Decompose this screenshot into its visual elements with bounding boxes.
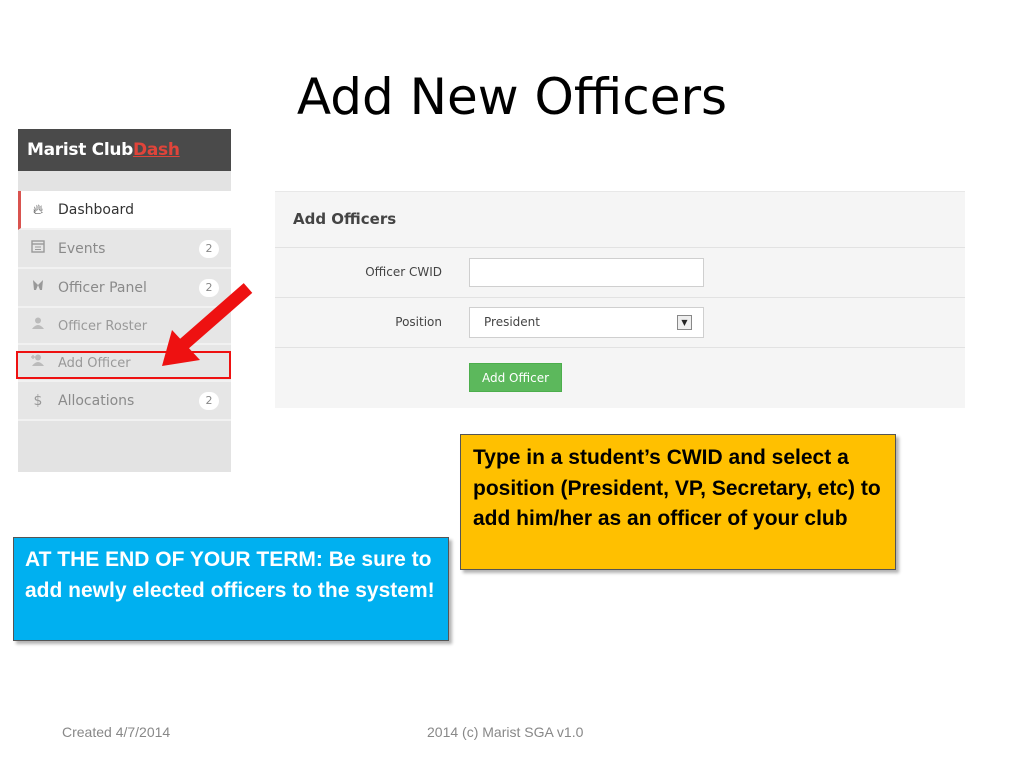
user-icon: [30, 308, 46, 345]
sidebar-item-label: Officer Roster: [58, 319, 148, 334]
dropdown-arrow-icon: ▼: [677, 315, 692, 330]
tools-icon: [30, 269, 46, 308]
sidebar-item-allocations[interactable]: $ Allocations 2: [18, 382, 231, 421]
submit-row: Add Officer: [275, 348, 965, 397]
sidebar-item-label: Events: [58, 241, 106, 257]
footer-date: Created 4/7/2014: [62, 724, 171, 740]
position-selected-value: President: [484, 315, 540, 329]
brand-accent: Dash: [133, 140, 180, 160]
reminder-callout: AT THE END OF YOUR TERM: Be sure to add …: [13, 537, 449, 641]
footer-copyright: 2014 (c) Marist SGA v1.0: [427, 724, 584, 740]
sidebar-item-events[interactable]: Events 2: [18, 230, 231, 269]
fire-icon: 🔥︎: [32, 202, 44, 218]
position-select[interactable]: President ▼: [469, 307, 704, 338]
sidebar-item-label: Officer Panel: [58, 280, 147, 296]
count-badge: 2: [199, 240, 219, 258]
position-label: Position: [395, 315, 442, 329]
panel-heading: Add Officers: [275, 192, 965, 248]
sidebar-item-label: Dashboard: [58, 202, 134, 218]
calendar-icon: [30, 230, 46, 269]
brand-name: Marist Club: [27, 140, 134, 160]
sidebar-item-dashboard[interactable]: 🔥︎ Dashboard: [18, 191, 231, 230]
cwid-input[interactable]: [469, 258, 704, 287]
brand-logo[interactable]: Marist ClubDash: [18, 129, 231, 171]
dollar-icon: $: [33, 393, 43, 409]
slide-title: Add New Officers: [296, 68, 728, 126]
add-officer-button[interactable]: Add Officer: [469, 363, 563, 392]
red-arrow-icon: [162, 283, 253, 366]
add-officers-panel: Add Officers Officer CWID Position Presi…: [275, 191, 965, 408]
sidebar-item-label: Allocations: [58, 393, 135, 409]
position-row: Position President ▼: [275, 298, 965, 348]
cwid-row: Officer CWID: [275, 248, 965, 298]
count-badge: 2: [199, 392, 219, 410]
instruction-callout: Type in a student’s CWID and select a po…: [460, 434, 896, 570]
cwid-label: Officer CWID: [365, 265, 442, 279]
